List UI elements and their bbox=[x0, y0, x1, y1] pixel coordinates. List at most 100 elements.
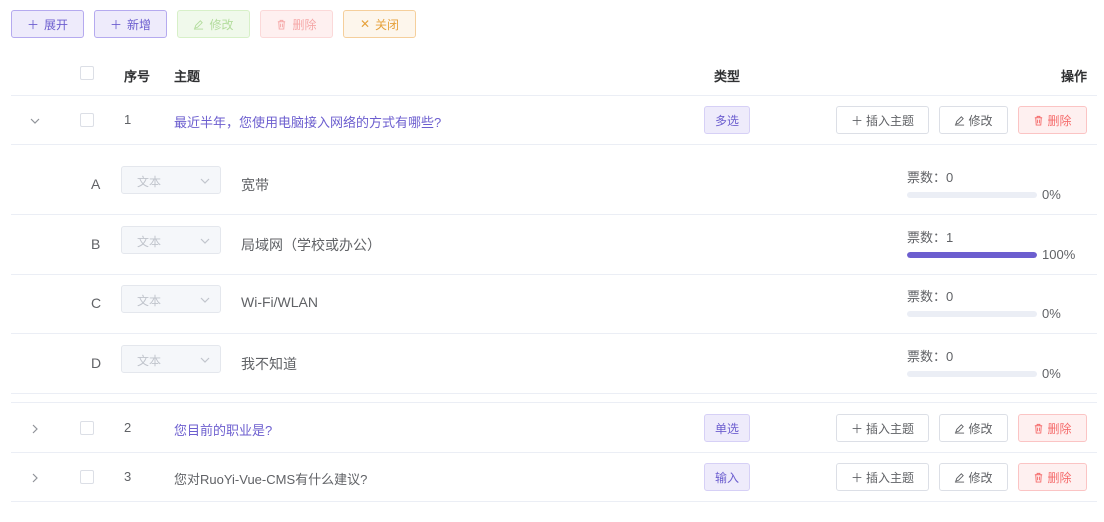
add-button[interactable]: ＋ 新增 bbox=[94, 10, 167, 38]
row-edit-label: 修改 bbox=[968, 113, 993, 128]
actions-header: 操作 bbox=[1061, 69, 1088, 84]
row-delete-label: 删除 bbox=[1047, 421, 1072, 436]
chevron-right-icon[interactable] bbox=[29, 423, 41, 435]
option-text: 宽带 bbox=[241, 177, 269, 193]
row-delete-button[interactable]: 删除 bbox=[1018, 106, 1087, 134]
option-text: 我不知道 bbox=[241, 356, 297, 372]
edit-icon bbox=[194, 19, 204, 30]
option-type-value: 文本 bbox=[137, 235, 162, 249]
add-label: 新增 bbox=[127, 17, 152, 32]
table-header: 序号 主题 类型 操作 bbox=[11, 55, 1097, 96]
vote-progress-bar bbox=[907, 371, 1037, 377]
plus-icon: ＋ bbox=[850, 421, 863, 436]
table-row: 2 您目前的职业是? 单选 ＋插入主题 修改 删除 bbox=[11, 404, 1097, 453]
option-type-select[interactable]: 文本 bbox=[121, 226, 221, 254]
row-delete-label: 删除 bbox=[1047, 113, 1072, 128]
chevron-down-icon bbox=[200, 238, 210, 244]
chevron-down-icon bbox=[200, 357, 210, 363]
type-tag: 单选 bbox=[704, 414, 750, 442]
option-text: Wi-Fi/WLAN bbox=[241, 294, 318, 310]
trash-icon bbox=[1035, 115, 1043, 126]
vote-percent: 0% bbox=[1042, 306, 1061, 321]
edit-button[interactable]: 修改 bbox=[177, 10, 250, 38]
vote-percent: 0% bbox=[1042, 366, 1061, 381]
table-row: 3 您对RuoYi-Vue-CMS有什么建议? 输入 ＋插入主题 修改 删除 bbox=[11, 453, 1097, 502]
row-checkbox[interactable] bbox=[80, 421, 94, 435]
option-text: 局域网（学校或办公） bbox=[241, 237, 381, 253]
vote-percent: 100% bbox=[1042, 247, 1076, 262]
plus-icon: ＋ bbox=[850, 470, 863, 485]
option-type-value: 文本 bbox=[137, 294, 162, 308]
type-header: 类型 bbox=[714, 69, 741, 84]
insert-topic-button[interactable]: ＋插入主题 bbox=[836, 106, 929, 134]
plus-icon: ＋ bbox=[26, 17, 39, 32]
option-letter: B bbox=[91, 236, 101, 252]
expand-button[interactable]: ＋ 展开 bbox=[11, 10, 84, 38]
option-row: D 文本 我不知道 票数：0 0% bbox=[11, 334, 1097, 394]
delete-button[interactable]: 删除 bbox=[260, 10, 333, 38]
row-index: 3 bbox=[124, 469, 132, 484]
option-type-value: 文本 bbox=[137, 175, 162, 189]
row-checkbox[interactable] bbox=[80, 470, 94, 484]
option-row: B 文本 局域网（学校或办公） 票数：1 100% bbox=[11, 215, 1097, 275]
trash-icon bbox=[278, 19, 286, 30]
edit-icon bbox=[955, 115, 965, 126]
trash-icon bbox=[1035, 423, 1043, 434]
option-type-select[interactable]: 文本 bbox=[121, 285, 221, 313]
vote-count: 票数：0 bbox=[907, 289, 954, 304]
chevron-down-icon bbox=[200, 297, 210, 303]
type-tag: 多选 bbox=[704, 106, 750, 134]
vote-count: 票数：0 bbox=[907, 170, 954, 185]
type-tag: 输入 bbox=[704, 463, 750, 491]
close-button[interactable]: ✕ 关闭 bbox=[343, 10, 416, 38]
option-letter: A bbox=[91, 176, 101, 192]
close-icon: ✕ bbox=[359, 17, 371, 31]
row-delete-button[interactable]: 删除 bbox=[1018, 463, 1087, 491]
row-delete-label: 删除 bbox=[1047, 470, 1072, 485]
option-type-value: 文本 bbox=[137, 354, 162, 368]
row-edit-label: 修改 bbox=[968, 470, 993, 485]
option-type-select[interactable]: 文本 bbox=[121, 166, 221, 194]
row-index: 2 bbox=[124, 420, 132, 435]
row-checkbox[interactable] bbox=[80, 113, 94, 127]
row-topic[interactable]: 最近半年，您使用电脑接入网络的方式有哪些? bbox=[174, 112, 441, 131]
chevron-down-icon bbox=[200, 178, 210, 184]
vote-count: 票数：0 bbox=[907, 349, 954, 364]
vote-count: 票数：1 bbox=[907, 230, 954, 245]
plus-icon: ＋ bbox=[109, 17, 122, 32]
insert-topic-label: 插入主题 bbox=[866, 421, 915, 436]
index-header: 序号 bbox=[124, 69, 151, 84]
row-topic[interactable]: 您目前的职业是? bbox=[174, 420, 272, 439]
row-topic[interactable]: 您对RuoYi-Vue-CMS有什么建议? bbox=[174, 469, 367, 488]
insert-topic-button[interactable]: ＋插入主题 bbox=[836, 414, 929, 442]
option-letter: C bbox=[91, 295, 102, 311]
insert-topic-button[interactable]: ＋插入主题 bbox=[836, 463, 929, 491]
vote-progress-bar bbox=[907, 252, 1037, 258]
row-index: 1 bbox=[124, 112, 132, 127]
close-label: 关闭 bbox=[375, 17, 400, 32]
row-edit-button[interactable]: 修改 bbox=[939, 106, 1008, 134]
trash-icon bbox=[1035, 472, 1043, 483]
chevron-down-icon[interactable] bbox=[29, 115, 41, 127]
row-edit-button[interactable]: 修改 bbox=[939, 414, 1008, 442]
row-delete-button[interactable]: 删除 bbox=[1018, 414, 1087, 442]
expanded-section-divider bbox=[11, 393, 1097, 403]
vote-progress-bar bbox=[907, 192, 1037, 198]
edit-icon bbox=[955, 423, 965, 434]
topic-header: 主题 bbox=[174, 69, 201, 84]
option-type-select[interactable]: 文本 bbox=[121, 345, 221, 373]
expand-label: 展开 bbox=[44, 17, 69, 32]
plus-icon: ＋ bbox=[850, 113, 863, 128]
insert-topic-label: 插入主题 bbox=[866, 113, 915, 128]
option-row: C 文本 Wi-Fi/WLAN 票数：0 0% bbox=[11, 274, 1097, 334]
row-edit-button[interactable]: 修改 bbox=[939, 463, 1008, 491]
option-row: A 文本 宽带 票数：0 0% bbox=[11, 155, 1097, 215]
chevron-right-icon[interactable] bbox=[29, 472, 41, 484]
vote-progress-fill bbox=[907, 252, 1037, 258]
vote-percent: 0% bbox=[1042, 187, 1061, 202]
vote-progress-bar bbox=[907, 311, 1037, 317]
edit-label: 修改 bbox=[209, 17, 234, 32]
option-letter: D bbox=[91, 355, 102, 371]
row-edit-label: 修改 bbox=[968, 421, 993, 436]
select-all-checkbox[interactable] bbox=[80, 66, 94, 80]
